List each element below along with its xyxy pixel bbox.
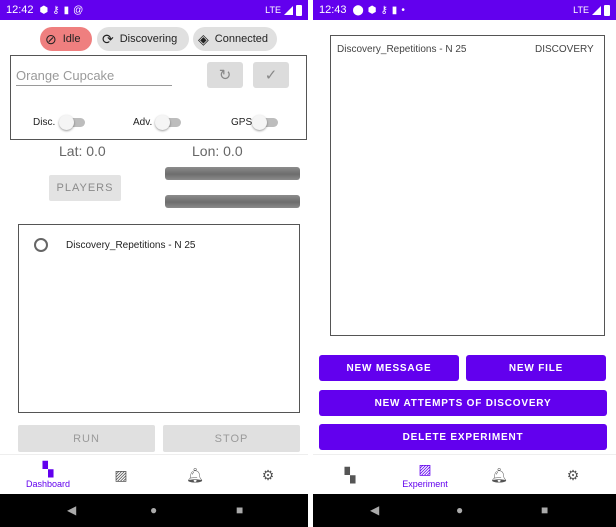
new-attempts-button[interactable]: NEW ATTEMPTS OF DISCOVERY bbox=[319, 390, 607, 416]
experiment-label[interactable]: Discovery_Repetitions - N 25 bbox=[66, 240, 196, 251]
bell-icon: 🔔︎ bbox=[186, 467, 204, 483]
status-right: LTE bbox=[265, 4, 302, 16]
recents-icon[interactable]: ■ bbox=[541, 504, 548, 517]
network-type: LTE bbox=[573, 5, 589, 15]
key-icon: ⚷ bbox=[380, 4, 388, 16]
assignment-icon: ▨ bbox=[114, 467, 128, 483]
nav-settings[interactable]: ⚙ bbox=[543, 455, 603, 495]
progress-bar-bottom bbox=[165, 195, 300, 208]
sd-card-icon: ▮ bbox=[391, 4, 398, 16]
bottom-nav: ▚ Dashboard ▨ 🔔︎ ⚙ bbox=[0, 454, 308, 494]
gear-icon: ⚙ bbox=[261, 467, 275, 483]
discovering-chip[interactable]: ⟳ Discovering bbox=[97, 27, 189, 51]
recents-icon[interactable]: ■ bbox=[236, 504, 243, 517]
discovering-chip-label: Discovering bbox=[119, 33, 178, 45]
shield-icon: ⬢ bbox=[367, 4, 377, 16]
key-icon: ⚷ bbox=[52, 4, 60, 16]
dashboard-icon: ▚ bbox=[344, 467, 356, 483]
dashboard-screen: 12:42 ⬢ ⚷ ▮ @ LTE ⊘ Idle ⟳ Discovering ◈… bbox=[0, 0, 308, 527]
assignment-icon: ▨ bbox=[418, 461, 432, 477]
nav-dashboard[interactable]: ▚ Dashboard bbox=[18, 455, 78, 495]
experiment-list bbox=[18, 224, 300, 413]
back-icon[interactable]: ◀ bbox=[370, 504, 379, 517]
message-list bbox=[330, 35, 605, 336]
stop-button[interactable]: STOP bbox=[163, 425, 300, 452]
new-message-button[interactable]: NEW MESSAGE bbox=[319, 355, 459, 381]
idle-chip-label: Idle bbox=[62, 33, 81, 45]
experiment-screen: 12:43 ⬤ ⬢ ⚷ ▮ • LTE Discovery_Repetition… bbox=[313, 0, 616, 527]
delete-experiment-button[interactable]: DELETE EXPERIMENT bbox=[319, 424, 607, 450]
idle-chip[interactable]: ⊘ Idle bbox=[40, 27, 92, 51]
adv-toggle-label: Adv. bbox=[133, 117, 153, 128]
check-icon: ✓ bbox=[264, 67, 278, 84]
status-bar: 12:43 ⬤ ⬢ ⚷ ▮ • LTE bbox=[313, 0, 616, 20]
block-icon: ⊘ bbox=[45, 31, 57, 47]
progress-bar-top bbox=[165, 167, 300, 180]
dashboard-icon: ▚ bbox=[42, 461, 54, 477]
longitude-label: Lon: 0.0 bbox=[192, 143, 243, 159]
notification-icons: ⬤ ⬢ ⚷ ▮ • bbox=[353, 5, 405, 16]
battery-icon bbox=[604, 4, 610, 16]
nav-dashboard-label: Dashboard bbox=[25, 479, 71, 489]
battery-icon bbox=[296, 4, 302, 16]
bell-icon: 🔔︎ bbox=[490, 467, 508, 483]
status-time: 12:42 bbox=[6, 4, 34, 16]
system-nav-bar: ◀ ● ■ bbox=[0, 494, 308, 527]
notification-icons: ⬢ ⚷ ▮ @ bbox=[40, 5, 84, 16]
status-bar: 12:42 ⬢ ⚷ ▮ @ LTE bbox=[0, 0, 308, 20]
home-icon[interactable]: ● bbox=[150, 504, 157, 517]
screens: 12:42 ⬢ ⚷ ▮ @ LTE ⊘ Idle ⟳ Discovering ◈… bbox=[0, 0, 616, 527]
shield-icon: ⬢ bbox=[39, 4, 49, 16]
gear-icon: ⚙ bbox=[566, 467, 580, 483]
refresh-icon: ↻ bbox=[218, 67, 232, 84]
connected-chip[interactable]: ◈ Connected bbox=[193, 27, 277, 51]
nav-dashboard[interactable]: ▚ bbox=[320, 455, 380, 495]
status-right: LTE bbox=[573, 4, 610, 16]
device-name-input[interactable] bbox=[16, 66, 172, 86]
experiment-radio[interactable] bbox=[34, 238, 48, 252]
sync-icon: ⟳ bbox=[102, 31, 114, 47]
dot-icon: • bbox=[401, 4, 405, 16]
signal-icon bbox=[592, 5, 601, 15]
run-button[interactable]: RUN bbox=[18, 425, 155, 452]
gps-toggle[interactable] bbox=[252, 115, 278, 130]
back-icon[interactable]: ◀ bbox=[67, 504, 76, 517]
system-nav-bar: ◀ ● ■ bbox=[313, 494, 616, 527]
message-title[interactable]: Discovery_Repetitions - N 25 bbox=[337, 44, 467, 56]
confirm-name-button[interactable]: ✓ bbox=[253, 62, 289, 88]
sd-card-icon: ▮ bbox=[63, 4, 70, 16]
network-type: LTE bbox=[265, 5, 281, 15]
adv-toggle[interactable] bbox=[155, 115, 181, 130]
new-file-button[interactable]: NEW FILE bbox=[466, 355, 606, 381]
latitude-label: Lat: 0.0 bbox=[59, 143, 106, 159]
disc-toggle-label: Disc. bbox=[33, 117, 56, 128]
nav-notifications[interactable]: 🔔︎ bbox=[165, 455, 225, 495]
status-time: 12:43 bbox=[319, 4, 347, 16]
home-icon[interactable]: ● bbox=[456, 504, 463, 517]
connected-chip-label: Connected bbox=[214, 33, 268, 45]
players-button[interactable]: PLAYERS bbox=[49, 175, 121, 201]
nav-experiment-label: Experiment bbox=[402, 479, 448, 489]
signal-icon bbox=[284, 5, 293, 15]
nav-experiment[interactable]: ▨ bbox=[91, 455, 151, 495]
bottom-nav: ▚ ▨ Experiment 🔔︎ ⚙ bbox=[313, 454, 616, 494]
message-type: DISCOVERY bbox=[535, 44, 594, 55]
nav-notifications[interactable]: 🔔︎ bbox=[469, 455, 529, 495]
record-icon: ⬤ bbox=[352, 4, 364, 16]
at-icon: @ bbox=[73, 4, 84, 16]
nav-experiment[interactable]: ▨ Experiment bbox=[395, 455, 455, 495]
disc-toggle[interactable] bbox=[59, 115, 85, 130]
gps-toggle-label: GPS bbox=[231, 117, 253, 128]
diamond-arrow-icon: ◈ bbox=[198, 31, 209, 47]
refresh-name-button[interactable]: ↻ bbox=[207, 62, 243, 88]
nav-settings[interactable]: ⚙ bbox=[238, 455, 298, 495]
